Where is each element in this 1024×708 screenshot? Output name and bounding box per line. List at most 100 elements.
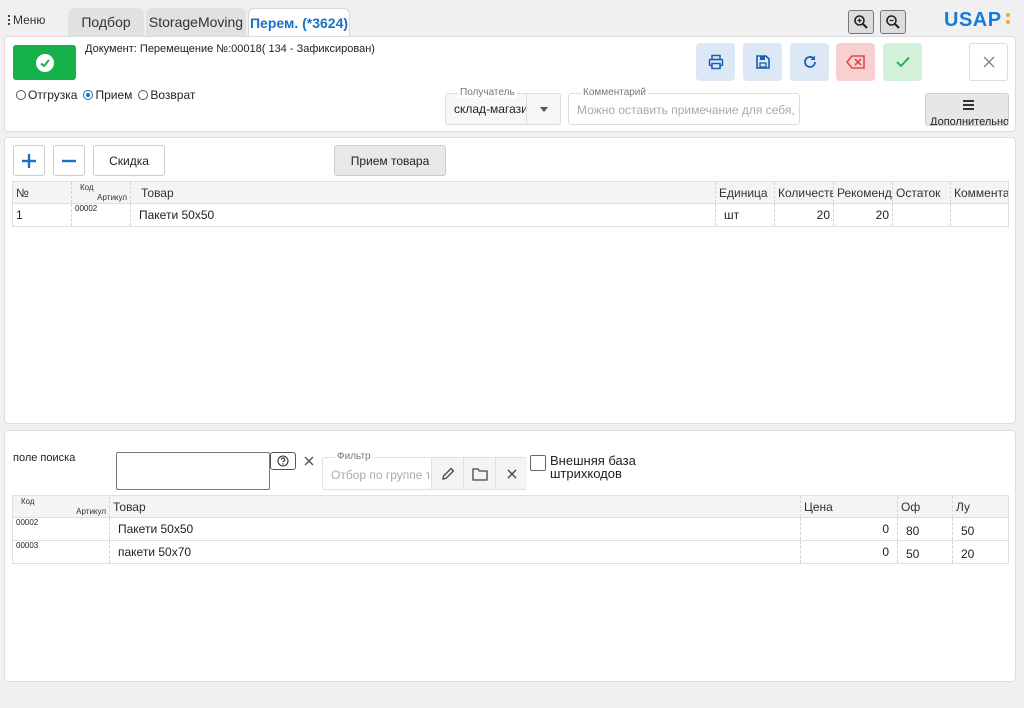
- col-stock[interactable]: Остаток: [892, 181, 951, 204]
- radio-shipment[interactable]: Отгрузка: [16, 88, 77, 102]
- filter-field: Фильтр Отбор по группе товаров: [322, 451, 527, 490]
- discount-button[interactable]: Скидка: [93, 145, 165, 176]
- tab-storage-moving[interactable]: StorageMoving: [146, 8, 246, 36]
- col-of[interactable]: Оф: [897, 495, 953, 518]
- items-panel: Скидка Прием товара № Код Артикул Товар …: [4, 137, 1016, 424]
- col-code[interactable]: Код Артикул: [12, 495, 110, 518]
- print-button[interactable]: [696, 43, 735, 81]
- clear-filter-button[interactable]: [495, 458, 527, 489]
- col-article-label: Артикул: [76, 507, 106, 516]
- more-button[interactable]: Дополнительно: [925, 93, 1009, 126]
- menu-label: Меню: [13, 13, 46, 27]
- tab-label: Перем. (*3624): [249, 14, 349, 31]
- approve-button[interactable]: [883, 43, 922, 81]
- tab-label: StorageMoving: [148, 14, 244, 30]
- cell-comment[interactable]: [950, 203, 1009, 227]
- radio-return[interactable]: Возврат: [138, 88, 195, 102]
- col-recommended[interactable]: Рекомендовано: [833, 181, 893, 204]
- items-header-row: № Код Артикул Товар Единица Количество Р…: [12, 181, 1009, 204]
- direction-radio-group: Отгрузка Прием Возврат: [16, 88, 195, 102]
- cell-num: 1: [12, 203, 72, 227]
- cell-product: Пакети 50х50: [109, 517, 801, 541]
- zoom-out-button[interactable]: [880, 10, 906, 34]
- zoom-in-button[interactable]: [848, 10, 874, 34]
- refresh-button[interactable]: [790, 43, 829, 81]
- zoom-out-icon: [886, 15, 900, 29]
- cell-price: 0: [800, 540, 898, 564]
- logo-text: USAP: [944, 9, 1002, 31]
- confirm-document-button[interactable]: [13, 45, 76, 80]
- help-icon: [277, 455, 289, 467]
- col-product[interactable]: Товар: [130, 181, 716, 204]
- radio-receive[interactable]: Прием: [83, 88, 132, 102]
- recipient-value: склад-магази: [454, 102, 528, 116]
- comment-input[interactable]: Комментарий Можно оставить примечание дл…: [568, 87, 800, 125]
- external-barcode-db-checkbox[interactable]: Внешняя база штрихкодов: [530, 454, 640, 480]
- document-header-panel: Документ: Перемещение №:00018( 134 - Заф…: [4, 36, 1016, 132]
- filter-label: Фильтр: [335, 451, 373, 462]
- save-button[interactable]: [743, 43, 782, 81]
- items-table: № Код Артикул Товар Единица Количество Р…: [12, 181, 1009, 227]
- edit-filter-button[interactable]: [431, 458, 463, 489]
- col-num[interactable]: №: [12, 181, 72, 204]
- col-product[interactable]: Товар: [109, 495, 801, 518]
- refresh-icon: [803, 55, 816, 68]
- col-unit[interactable]: Единица: [715, 181, 775, 204]
- pencil-icon: [441, 467, 454, 480]
- col-comment[interactable]: Комментарий: [950, 181, 1009, 204]
- remove-item-button[interactable]: [53, 145, 85, 176]
- comment-placeholder: Можно оставить примечание для себя, или: [577, 103, 799, 117]
- table-row[interactable]: 00003 пакети 50х70 0 50 20: [12, 540, 1009, 564]
- cell-qty[interactable]: 20: [774, 203, 834, 227]
- tab-label: Подбор: [81, 14, 131, 30]
- folder-icon: [471, 467, 488, 481]
- cell-of: 50: [897, 540, 953, 564]
- table-row[interactable]: 00002 Пакети 50х50 0 80 50: [12, 517, 1009, 541]
- caret-down-icon: [539, 106, 548, 112]
- recipient-select[interactable]: Получатель склад-магази: [445, 87, 561, 125]
- cell-recommended: 20: [833, 203, 893, 227]
- checkbox-icon: [530, 455, 546, 471]
- receive-goods-button[interactable]: Прием товара: [334, 145, 446, 176]
- cell-product: пакети 50х70: [109, 540, 801, 564]
- tab-podbor[interactable]: Подбор: [68, 8, 144, 36]
- col-price[interactable]: Цена: [800, 495, 898, 518]
- cell-unit: шт: [715, 203, 775, 227]
- cell-price: 0: [800, 517, 898, 541]
- radio-circle-checked-icon: [83, 90, 94, 100]
- delete-button[interactable]: [836, 43, 875, 81]
- catalog-panel: поле поиска Фильтр Отбор по группе товар…: [4, 430, 1016, 682]
- search-label: поле поиска: [13, 452, 76, 464]
- radio-circle-icon: [16, 90, 26, 100]
- clear-search-button[interactable]: [300, 452, 318, 470]
- backspace-icon: [845, 55, 865, 69]
- radio-circle-icon: [138, 90, 149, 100]
- search-input[interactable]: [116, 452, 270, 490]
- col-qty[interactable]: Количество: [774, 181, 834, 204]
- comment-label: Комментарий: [581, 87, 648, 98]
- discount-label: Скидка: [109, 153, 149, 168]
- cell-code: 00003: [12, 540, 110, 564]
- folder-filter-button[interactable]: [463, 458, 495, 489]
- col-lu[interactable]: Лу: [952, 495, 1009, 518]
- recipient-dropdown-button[interactable]: [526, 94, 560, 124]
- check-icon: [895, 56, 910, 68]
- radio-label: Прием: [95, 88, 133, 102]
- add-item-button[interactable]: [13, 145, 45, 176]
- close-icon: [507, 469, 516, 478]
- col-code-label: Код: [80, 183, 94, 192]
- plus-icon: [22, 153, 36, 168]
- close-document-button[interactable]: [969, 43, 1008, 81]
- external-barcode-db-label: Внешняя база штрихкодов: [550, 453, 636, 481]
- table-row[interactable]: 1 00002 Пакети 50х50 шт 20 20: [12, 203, 1009, 227]
- hamburger-icon: [963, 100, 974, 112]
- cell-product: Пакети 50х50: [130, 203, 716, 227]
- search-help-button[interactable]: [270, 452, 296, 470]
- menu-dots-icon: [8, 15, 10, 25]
- filter-input[interactable]: Отбор по группе товаров: [331, 468, 429, 482]
- col-code[interactable]: Код Артикул: [71, 181, 131, 204]
- top-bar: Меню Подбор StorageMoving Перем. (*3624)…: [0, 0, 1024, 36]
- menu-button[interactable]: Меню: [8, 13, 45, 27]
- tab-transfer[interactable]: Перем. (*3624): [248, 8, 350, 36]
- printer-icon: [708, 54, 723, 70]
